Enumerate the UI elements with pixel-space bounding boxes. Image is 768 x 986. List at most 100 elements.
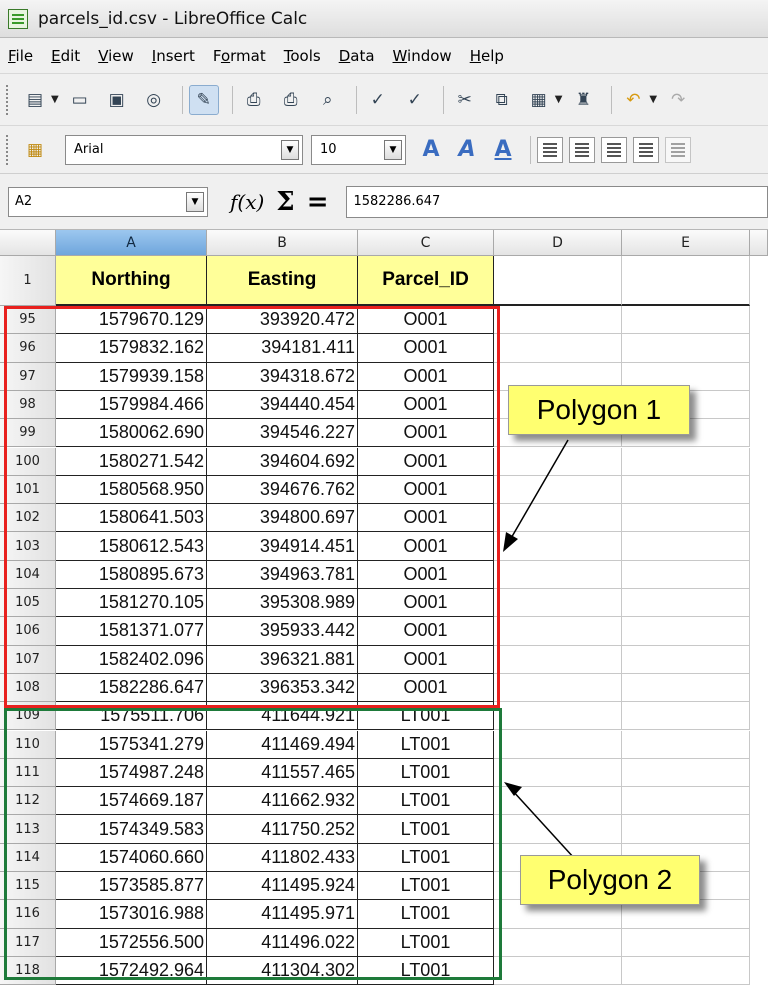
row-header[interactable]: 1 xyxy=(0,256,56,306)
parcel-id-cell[interactable]: O001 xyxy=(358,645,494,674)
merge-cells-icon[interactable] xyxy=(665,136,691,163)
northing-cell[interactable]: 1579939.158 xyxy=(56,362,207,391)
northing-cell[interactable]: 1579670.129 xyxy=(56,306,207,335)
align-left-icon[interactable] xyxy=(537,136,563,163)
row-header[interactable]: 105 xyxy=(0,589,56,618)
row-header[interactable]: 117 xyxy=(0,928,56,957)
row-header[interactable]: 114 xyxy=(0,843,56,872)
row-header[interactable]: 102 xyxy=(0,504,56,533)
row-header[interactable]: 97 xyxy=(0,362,56,391)
header-cell-easting[interactable]: Easting xyxy=(207,256,358,306)
easting-cell[interactable]: 394440.454 xyxy=(207,390,358,420)
column-header-c[interactable]: C xyxy=(358,230,494,256)
column-header-e[interactable]: E xyxy=(622,230,750,256)
empty-cell[interactable] xyxy=(622,673,750,703)
row-header[interactable]: 96 xyxy=(0,334,56,363)
empty-cell[interactable] xyxy=(494,532,622,561)
column-header-b[interactable]: B xyxy=(207,230,358,256)
northing-cell[interactable]: 1574669.187 xyxy=(56,787,207,816)
empty-cell[interactable] xyxy=(622,532,750,561)
row-header[interactable]: 111 xyxy=(0,758,56,788)
row-header[interactable]: 113 xyxy=(0,815,56,844)
row-header[interactable]: 115 xyxy=(0,872,56,901)
easting-cell[interactable]: 411802.433 xyxy=(207,843,358,872)
chevron-down-icon[interactable]: ▼ xyxy=(51,94,59,105)
empty-cell[interactable] xyxy=(622,758,750,788)
easting-cell[interactable]: 394963.781 xyxy=(207,560,358,589)
empty-cell[interactable] xyxy=(622,560,750,589)
page-preview-icon[interactable]: ⌕ xyxy=(313,85,343,115)
email-icon[interactable]: ◎ xyxy=(139,85,169,115)
empty-cell[interactable] xyxy=(494,787,622,816)
column-header-a[interactable]: A xyxy=(56,230,207,256)
chevron-down-icon[interactable]: ▼ xyxy=(555,94,563,105)
easting-cell[interactable]: 411557.465 xyxy=(207,758,358,788)
northing-cell[interactable]: 1582402.096 xyxy=(56,645,207,674)
chevron-down-icon[interactable]: ▼ xyxy=(384,139,402,160)
row-header[interactable]: 95 xyxy=(0,306,56,335)
empty-cell[interactable] xyxy=(494,758,622,788)
easting-cell[interactable]: 411495.924 xyxy=(207,872,358,901)
northing-cell[interactable]: 1580895.673 xyxy=(56,560,207,589)
empty-cell[interactable] xyxy=(622,256,750,306)
empty-cell[interactable] xyxy=(622,589,750,618)
empty-cell[interactable] xyxy=(622,447,750,476)
parcel-id-cell[interactable]: O001 xyxy=(358,362,494,391)
chevron-down-icon[interactable]: ▼ xyxy=(281,139,299,160)
empty-cell[interactable] xyxy=(622,475,750,505)
sum-button[interactable]: Σ xyxy=(276,187,294,217)
function-wizard-button[interactable]: f(x) xyxy=(230,190,264,214)
easting-cell[interactable]: 394546.227 xyxy=(207,419,358,448)
menu-help[interactable]: Help xyxy=(468,45,506,67)
easting-cell[interactable]: 411304.302 xyxy=(207,956,358,986)
northing-cell[interactable]: 1581371.077 xyxy=(56,617,207,646)
autospellcheck-icon[interactable]: ✓ xyxy=(400,85,430,115)
row-header[interactable]: 107 xyxy=(0,645,56,674)
easting-cell[interactable]: 396321.881 xyxy=(207,645,358,674)
parcel-id-cell[interactable]: LT001 xyxy=(358,815,494,844)
italic-icon[interactable]: A xyxy=(452,135,482,165)
empty-cell[interactable] xyxy=(494,589,622,618)
easting-cell[interactable]: 411750.252 xyxy=(207,815,358,844)
row-header[interactable]: 99 xyxy=(0,419,56,448)
menu-tools[interactable]: Tools xyxy=(282,45,323,67)
undo-icon[interactable]: ↶ xyxy=(618,85,648,115)
open-folder-icon[interactable]: ▭ xyxy=(65,85,95,115)
empty-cell[interactable] xyxy=(494,256,622,306)
easting-cell[interactable]: 394676.762 xyxy=(207,475,358,505)
empty-cell[interactable] xyxy=(494,815,622,844)
parcel-id-cell[interactable]: O001 xyxy=(358,419,494,448)
parcel-id-cell[interactable]: LT001 xyxy=(358,787,494,816)
parcel-id-cell[interactable]: O001 xyxy=(358,475,494,505)
edit-file-icon[interactable]: ✎ xyxy=(188,84,219,115)
empty-cell[interactable] xyxy=(494,956,622,986)
parcel-id-cell[interactable]: LT001 xyxy=(358,758,494,788)
empty-cell[interactable] xyxy=(622,787,750,816)
empty-cell[interactable] xyxy=(622,928,750,957)
column-header-f[interactable] xyxy=(750,230,768,256)
empty-cell[interactable] xyxy=(494,447,622,476)
empty-cell[interactable] xyxy=(494,334,622,363)
parcel-id-cell[interactable]: O001 xyxy=(358,673,494,703)
row-header[interactable]: 110 xyxy=(0,730,56,759)
parcel-id-cell[interactable]: O001 xyxy=(358,589,494,618)
menu-view[interactable]: View xyxy=(96,45,136,67)
northing-cell[interactable]: 1575341.279 xyxy=(56,730,207,759)
parcel-id-cell[interactable]: O001 xyxy=(358,504,494,533)
row-header[interactable]: 109 xyxy=(0,702,56,731)
row-header[interactable]: 104 xyxy=(0,560,56,589)
toolbar-grip[interactable] xyxy=(6,134,12,165)
northing-cell[interactable]: 1573016.988 xyxy=(56,900,207,929)
spellcheck-icon[interactable]: ✓ xyxy=(363,85,393,115)
chevron-down-icon[interactable]: ▼ xyxy=(186,191,204,212)
spreadsheet-grid[interactable]: A B C D E 1 Northing Easting Parcel_ID 95 1579670.… xyxy=(0,230,768,986)
parcel-id-cell[interactable]: O001 xyxy=(358,447,494,476)
parcel-id-cell[interactable]: LT001 xyxy=(358,843,494,872)
row-header[interactable]: 106 xyxy=(0,617,56,646)
empty-cell[interactable] xyxy=(622,815,750,844)
easting-cell[interactable]: 395933.442 xyxy=(207,617,358,646)
column-header-d[interactable]: D xyxy=(494,230,622,256)
parcel-id-cell[interactable]: LT001 xyxy=(358,900,494,929)
empty-cell[interactable] xyxy=(494,306,622,335)
formula-input[interactable]: 1582286.647 xyxy=(346,185,768,218)
